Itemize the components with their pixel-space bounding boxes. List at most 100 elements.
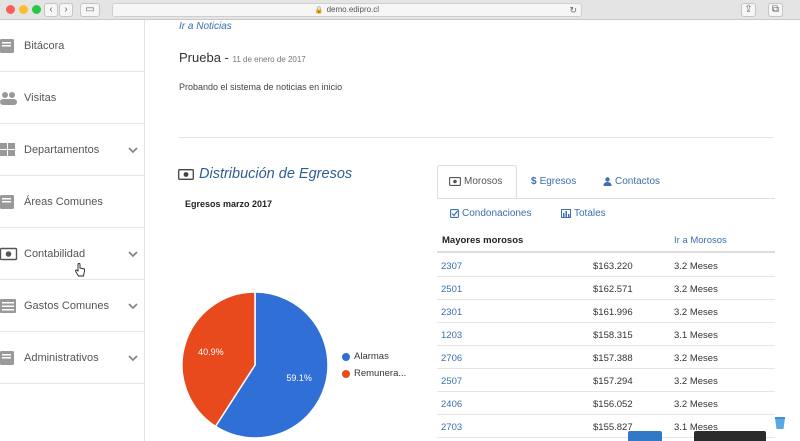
sidebar-item-label: Áreas Comunes (24, 195, 103, 208)
forward-button[interactable]: › (59, 3, 73, 17)
chevron-down-icon[interactable] (128, 301, 138, 311)
distribution-title: Distribución de Egresos (199, 166, 353, 182)
morosos-link[interactable]: Ir a Morosos (674, 235, 727, 246)
tab-label: Totales (574, 208, 606, 219)
unit-link[interactable]: 2703 (441, 422, 462, 433)
table-row: 2406 $156.052 3.2 Meses (437, 392, 775, 415)
legend-label-alarmas[interactable]: Alarmas (354, 351, 389, 362)
debt-amount: $163.220 (593, 261, 633, 272)
sidebar-item-administrativos[interactable]: Administrativos (0, 332, 145, 384)
sidebar-item-gastos-comunes[interactable]: Gastos Comunes (0, 280, 145, 332)
sidebar: Bitácora Visitas Departamentos Áreas Com… (0, 20, 145, 441)
tab-totales[interactable]: Totales (561, 208, 606, 219)
tab-condonaciones[interactable]: Condonaciones (450, 208, 532, 219)
table-row: 2501 $162.571 3.2 Meses (437, 277, 775, 300)
sidebar-item-label: Gastos Comunes (24, 299, 109, 312)
chart-title: Egresos marzo 2017 (185, 199, 273, 209)
news-body: Probando el sistema de noticias en inici… (179, 82, 343, 92)
back-button[interactable]: ‹ (44, 3, 58, 17)
months-overdue: 3.2 Meses (674, 284, 718, 295)
chevron-down-icon[interactable] (128, 249, 138, 259)
money-icon (449, 177, 461, 186)
news-date: 11 de enero de 2017 (232, 55, 306, 64)
legend-dot-remuneraciones (342, 370, 350, 378)
unit-link[interactable]: 1203 (441, 330, 462, 341)
address-bar[interactable]: 🔒 demo.edipro.cl ↻ (112, 3, 582, 17)
dollar-icon: $ (531, 176, 537, 187)
lock-icon: 🔒 (314, 7, 324, 14)
sidebar-item-label: Departamentos (24, 143, 100, 156)
unit-link[interactable]: 2301 (441, 307, 462, 318)
table-row: 2706 $157.388 3.2 Meses (437, 346, 775, 369)
debt-amount: $155.827 (593, 422, 633, 433)
table-row: 2507 $157.294 3.2 Meses (437, 369, 775, 392)
sidebar-toggle-icon[interactable]: ▭ (80, 3, 100, 17)
tab-label: Contactos (615, 176, 661, 187)
check-square-icon (450, 209, 459, 218)
tab-label: Morosos (464, 176, 503, 187)
bar-chart-icon (561, 209, 571, 218)
legend-label-remuneraciones[interactable]: Remunera... (354, 368, 406, 379)
chevron-down-icon[interactable] (128, 353, 138, 363)
unit-link[interactable]: 2307 (441, 261, 462, 272)
tab-label: Condonaciones (462, 208, 532, 219)
section-divider (179, 137, 773, 138)
months-overdue: 3.2 Meses (674, 399, 718, 410)
bottom-action-button[interactable] (628, 431, 662, 441)
unit-link[interactable]: 2501 (441, 284, 462, 295)
tab-morosos[interactable]: Morosos (449, 176, 502, 187)
bottom-chat-button[interactable] (694, 431, 766, 441)
news-link[interactable]: Ir a Noticias (179, 21, 232, 32)
table-header-label: Mayores morosos (442, 235, 524, 246)
browser-toolbar: ‹ › ▭ 🔒 demo.edipro.cl ↻ ⇪ ⧉ (0, 0, 800, 20)
pie-chart: 59.1% 40.9% (181, 292, 329, 439)
tab-divider (437, 198, 775, 199)
sidebar-item-departamentos[interactable]: Departamentos (0, 124, 145, 176)
maximize-window-button[interactable] (32, 5, 41, 14)
sidebar-item-visitas[interactable]: Visitas (0, 72, 145, 124)
pie-data-label: 40.9% (198, 347, 224, 357)
unit-link[interactable]: 2507 (441, 376, 462, 387)
table-row: 1203 $158.315 3.1 Meses (437, 323, 775, 346)
table-header: Mayores morosos Ir a Morosos (437, 229, 775, 253)
tab-contactos[interactable]: Contactos (603, 176, 660, 187)
list-icon (0, 298, 16, 313)
pie-data-label: 59.1% (286, 373, 312, 383)
cup-icon (775, 417, 785, 429)
book-icon (0, 350, 14, 365)
money-icon (178, 169, 194, 180)
news-title-text: Prueba - (179, 50, 229, 65)
chevron-down-icon[interactable] (128, 145, 138, 155)
sidebar-item-contabilidad[interactable]: Contabilidad (0, 228, 145, 280)
legend-dot-alarmas (342, 353, 350, 361)
debt-amount: $156.052 (593, 399, 633, 410)
sidebar-item-areas-comunes[interactable]: Áreas Comunes (0, 176, 145, 228)
share-icon[interactable]: ⇪ (741, 3, 756, 17)
sidebar-item-bitacora[interactable]: Bitácora (0, 20, 145, 72)
debt-amount: $162.571 (593, 284, 633, 295)
users-icon (0, 91, 17, 105)
months-overdue: 3.2 Meses (674, 261, 718, 272)
table-row: 2307 $163.220 3.2 Meses (437, 254, 775, 277)
unit-link[interactable]: 2706 (441, 353, 462, 364)
tab-label: Egresos (539, 176, 577, 187)
sidebar-item-label: Bitácora (24, 39, 65, 52)
months-overdue: 3.1 Meses (674, 330, 718, 341)
sidebar-item-label: Contabilidad (24, 247, 86, 260)
money-icon (0, 247, 18, 260)
tabs-overview-icon[interactable]: ⧉ (768, 3, 783, 17)
debt-amount: $158.315 (593, 330, 633, 341)
sidebar-item-label: Visitas (24, 91, 57, 104)
months-overdue: 3.2 Meses (674, 376, 718, 387)
hand-cursor-icon (75, 263, 85, 277)
close-window-button[interactable] (6, 5, 15, 14)
user-icon (603, 177, 612, 186)
minimize-window-button[interactable] (19, 5, 28, 14)
unit-link[interactable]: 2406 (441, 399, 462, 410)
sidebar-item-label: Administrativos (24, 351, 99, 364)
months-overdue: 3.2 Meses (674, 353, 718, 364)
tab-egresos[interactable]: $ Egresos (531, 176, 576, 187)
debt-amount: $157.294 (593, 376, 633, 387)
book-icon (0, 38, 14, 53)
reload-icon[interactable]: ↻ (569, 4, 577, 16)
